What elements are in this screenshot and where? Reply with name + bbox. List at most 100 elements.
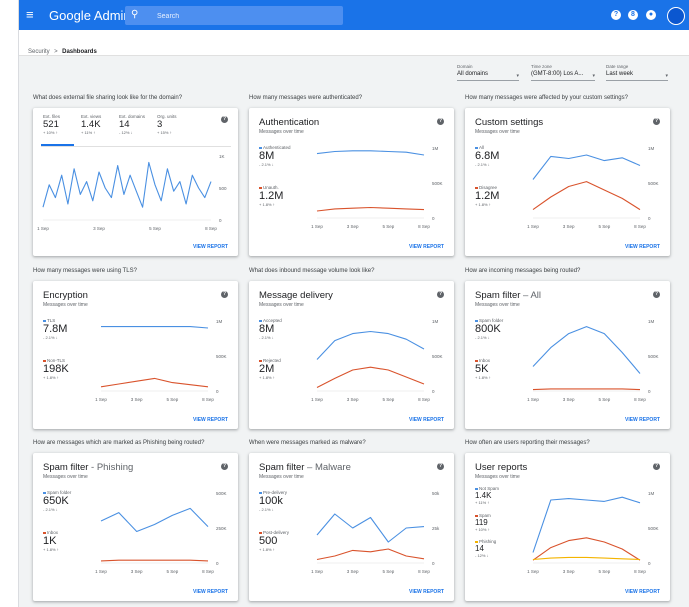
- x-tick-label: 1 Sep: [527, 224, 539, 229]
- metric-phishing: Phishing 14- 12% ↓: [475, 539, 496, 558]
- search-box[interactable]: ⚲: [125, 6, 343, 25]
- notifications-icon[interactable]: ●: [646, 10, 656, 20]
- metric-delta: - 2.1% ↓: [259, 162, 274, 167]
- blue-series-line: [532, 326, 641, 374]
- date-range-select[interactable]: Date range Last week ▾: [606, 64, 668, 81]
- metric-inbox: Inbox 1K + 1.8% ↑: [43, 530, 59, 552]
- series-swatch: [43, 492, 46, 494]
- x-tick-label: 1 Sep: [311, 569, 323, 574]
- dashboard-card: ? 50k 25k 0 1 Sep 3 Sep 5 Sep 8 Sep Spam filter …: [249, 453, 454, 601]
- tab-ext-views[interactable]: Ext. views 1.4K + 11% ↑: [81, 114, 101, 135]
- top-app-bar: ≡ Google Admin ⚲ ? 8 ●: [19, 0, 689, 30]
- red-series-line: [532, 388, 641, 391]
- y-tick-label: 500K: [648, 526, 659, 531]
- x-tick-label: 5 Sep: [382, 224, 394, 229]
- x-tick-label: 5 Sep: [598, 224, 610, 229]
- timezone-select[interactable]: Time zone (GMT-8:00) Los A... ▾: [531, 64, 595, 81]
- view-report-link[interactable]: VIEW REPORT: [193, 244, 228, 250]
- blue-series-line: [316, 150, 425, 156]
- chevron-down-icon: ▾: [516, 73, 519, 79]
- help-icon[interactable]: ?: [611, 10, 621, 20]
- card-question: What does external file sharing look lik…: [33, 95, 183, 101]
- tab-ext-files[interactable]: Ext. files 521 + 10% ↑: [43, 114, 60, 135]
- red-series-line: [316, 548, 425, 561]
- x-tick-label: 8 Sep: [634, 397, 646, 402]
- dashboard-card: ? 1M 500K 0 1 Sep 3 Sep 5 Sep 8 Sep Message deli…: [249, 281, 454, 429]
- x-tick-label: 5 Sep: [166, 569, 178, 574]
- metric-value: 500: [259, 535, 278, 547]
- timezone-label: Time zone: [531, 64, 552, 69]
- card-title-main: Authentication: [259, 117, 320, 128]
- view-report-link[interactable]: VIEW REPORT: [625, 417, 660, 423]
- y-tick-label: 0: [219, 218, 222, 223]
- series-swatch: [259, 147, 262, 149]
- chevron-down-icon: ▾: [592, 73, 595, 79]
- view-report-link[interactable]: VIEW REPORT: [409, 417, 444, 423]
- view-report-link[interactable]: VIEW REPORT: [625, 589, 660, 595]
- metric-value: 8M: [259, 323, 275, 335]
- metric-delta: - 12% ↓: [475, 553, 489, 558]
- card-question: How often are users reporting their mess…: [465, 440, 590, 446]
- tab-org-units[interactable]: Org. units 3 + 15% ↑: [157, 114, 177, 135]
- metric-delta: - 2.1% ↓: [259, 335, 274, 340]
- x-tick-label: 1 Sep: [95, 569, 107, 574]
- x-tick-label: 5 Sep: [382, 397, 394, 402]
- x-tick-label: 8 Sep: [418, 397, 430, 402]
- metric-delta: + 1.8% ↑: [475, 375, 491, 380]
- breadcrumb-parent[interactable]: Security: [28, 49, 50, 55]
- series-swatch: [259, 360, 262, 362]
- tab-delta: + 11% ↑: [81, 130, 96, 135]
- blue-series-line: [316, 330, 425, 360]
- x-tick-label: 3 Sep: [347, 397, 359, 402]
- view-report-link[interactable]: VIEW REPORT: [625, 244, 660, 250]
- y-tick-label: 0: [648, 216, 651, 221]
- metric-delta: + 10% ↑: [475, 527, 490, 532]
- domain-select[interactable]: Domain All domains ▾: [457, 64, 519, 81]
- y-tick-label: 0: [432, 216, 435, 221]
- y-tick-label: 0: [432, 561, 435, 566]
- red-series-line: [532, 537, 641, 561]
- series-swatch: [475, 187, 478, 189]
- y-tick-label: 0: [216, 389, 219, 394]
- x-tick-label: 5 Sep: [166, 397, 178, 402]
- tab-ext-domains[interactable]: Ext. domains 14- 12% ↓: [119, 114, 145, 135]
- x-tick-label: 8 Sep: [418, 224, 430, 229]
- card-title-main: Encryption: [43, 290, 88, 301]
- series-swatch: [475, 488, 478, 490]
- metric-value: 2M: [259, 363, 275, 375]
- dashboard-card: ? 1K 500 0 1 Sep 3 Sep 5 Sep 8 Sep Ext. files 521…: [33, 108, 238, 256]
- timer-icon[interactable]: 8: [628, 10, 638, 20]
- y-tick-label: 1K: [219, 154, 225, 159]
- card-subtitle: Messages over time: [259, 474, 304, 480]
- view-report-link[interactable]: VIEW REPORT: [193, 589, 228, 595]
- chevron-down-icon: ▾: [665, 73, 668, 79]
- view-report-link[interactable]: VIEW REPORT: [193, 417, 228, 423]
- view-report-link[interactable]: VIEW REPORT: [409, 244, 444, 250]
- breadcrumb-current: Dashboards: [62, 49, 97, 55]
- metric-unauth-: Unauth. 1.2M + 1.8% ↑: [259, 185, 283, 207]
- x-tick-label: 1 Sep: [527, 397, 539, 402]
- card-title-main: User reports: [475, 462, 528, 473]
- admin-window: ≡ Google Admin ⚲ ? 8 ● Security > Dashbo…: [18, 0, 689, 607]
- card-title: Spam filter - Phishing: [43, 462, 133, 473]
- x-tick-label: 1 Sep: [311, 397, 323, 402]
- search-input[interactable]: [155, 8, 339, 24]
- app-brand[interactable]: Google Admin: [49, 8, 131, 23]
- metric-delta: + 1.8% ↑: [43, 547, 59, 552]
- x-tick-label: 8 Sep: [205, 226, 217, 231]
- x-tick-label: 3 Sep: [563, 224, 575, 229]
- card-question: How are messages which are marked as Phi…: [33, 440, 205, 446]
- series-swatch: [259, 492, 262, 494]
- tab-value: 521: [43, 119, 59, 130]
- metric-delta: - 2.1% ↓: [259, 507, 274, 512]
- avatar[interactable]: [667, 7, 685, 25]
- y-tick-label: 1M: [432, 319, 439, 324]
- menu-icon[interactable]: ≡: [26, 8, 40, 22]
- card-subtitle: Messages over time: [475, 302, 520, 308]
- metric-value: 1.2M: [475, 190, 500, 202]
- tab-divider: [41, 146, 231, 147]
- series-swatch: [475, 541, 478, 543]
- card-title: Encryption: [43, 290, 88, 301]
- metric-delta: - 2.1% ↓: [475, 335, 490, 340]
- view-report-link[interactable]: VIEW REPORT: [409, 589, 444, 595]
